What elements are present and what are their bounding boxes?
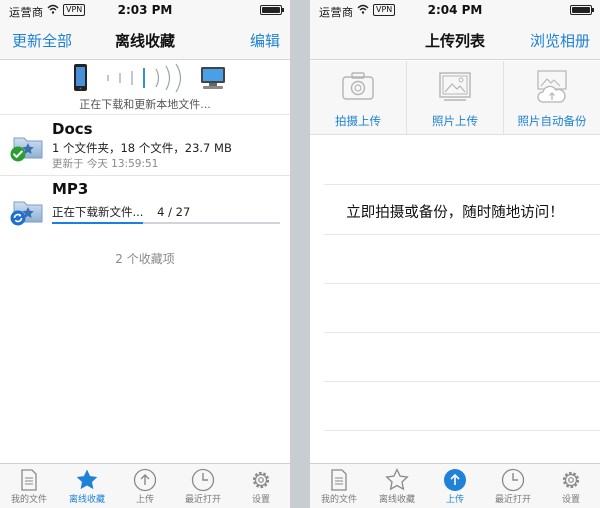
- update-all-button[interactable]: 更新全部: [12, 30, 72, 51]
- item-title: MP3: [52, 180, 89, 198]
- option-label: 拍摄上传: [335, 114, 381, 128]
- item-title: Docs: [52, 120, 93, 138]
- upload-options: 拍摄上传 照片上传 照片自动备份: [310, 61, 600, 135]
- download-progress-fill: [52, 222, 144, 224]
- cloud-backup-icon: [537, 70, 567, 103]
- tab-label: 我的文件: [10, 495, 47, 505]
- list-divider: [324, 381, 600, 382]
- upload-icon: [444, 469, 466, 491]
- green-check-icon: [10, 146, 26, 162]
- tab-label: 我的文件: [320, 495, 357, 505]
- browse-album-button[interactable]: 浏览相册: [530, 30, 590, 51]
- tab-label: 最近打开: [494, 495, 531, 505]
- blue-sync-icon: [10, 210, 26, 226]
- camera-upload-button[interactable]: 拍摄上传: [310, 61, 406, 134]
- star-icon: [385, 468, 409, 491]
- phone-icon: [74, 64, 87, 91]
- item-subtitle: 正在下载新文件... 4 / 27: [52, 204, 190, 220]
- item-subtitle: 1 个文件夹，18 个文件，23.7 MB: [52, 141, 232, 155]
- status-time: 2:03 PM: [117, 3, 173, 17]
- star-icon: [76, 469, 98, 490]
- favorite-item-docs[interactable]: Docs 1 个文件夹，18 个文件，23.7 MB 更新于 今天 13:59:…: [0, 116, 290, 176]
- gear-icon: [252, 471, 270, 489]
- tab-upload[interactable]: 上传: [426, 464, 484, 508]
- document-icon: [331, 469, 347, 491]
- item-updated-time: 更新于 今天 13:59:51: [52, 158, 159, 170]
- tab-my-files[interactable]: 我的文件: [0, 464, 58, 508]
- tab-recent[interactable]: 最近打开: [174, 464, 232, 508]
- list-divider: [324, 430, 600, 431]
- tab-label: 设置: [561, 495, 580, 505]
- document-icon: [21, 469, 37, 491]
- upload-icon: [133, 468, 157, 492]
- photos-icon: [439, 72, 471, 101]
- status-bar: 运营商 VPN 2:03 PM: [0, 0, 290, 20]
- upload-list-screen: 运营商 VPN 2:04 PM 上传列表 浏览相册 拍摄上传 照片上传 照片自动…: [310, 0, 600, 508]
- list-divider: [324, 234, 600, 235]
- gear-icon: [562, 471, 580, 489]
- clock-icon: [191, 468, 215, 492]
- tab-upload[interactable]: 上传: [116, 464, 174, 508]
- edit-button[interactable]: 编辑: [250, 30, 280, 51]
- tab-settings[interactable]: 设置: [232, 464, 290, 508]
- auto-backup-button[interactable]: 照片自动备份: [503, 61, 600, 134]
- tab-offline-favorites[interactable]: 离线收藏: [368, 464, 426, 508]
- camera-icon: [342, 72, 374, 100]
- phone-to-computer-sync-icon: [74, 63, 225, 93]
- battery-icon: [260, 5, 284, 15]
- list-divider: [324, 184, 600, 185]
- tab-label: 上传: [135, 495, 154, 505]
- list-divider: [324, 332, 600, 333]
- option-label: 照片上传: [432, 114, 478, 128]
- favorite-item-mp3[interactable]: MP3 正在下载新文件... 4 / 27: [0, 178, 290, 236]
- nav-bar: 上传列表 浏览相册: [310, 20, 600, 60]
- list-divider: [324, 283, 600, 284]
- status-time: 2:04 PM: [427, 3, 483, 17]
- download-status-text: 正在下载新文件...: [52, 205, 144, 219]
- favorites-count: 2 个收藏项: [115, 252, 175, 266]
- tab-label: 离线收藏: [68, 495, 105, 505]
- tab-label: 离线收藏: [378, 495, 415, 505]
- tab-label: 最近打开: [184, 495, 221, 505]
- tab-label: 上传: [445, 495, 464, 505]
- upload-promo-text: 立即拍摄或备份，随时随地访问！: [346, 205, 564, 221]
- download-progress-count: 4 / 27: [157, 205, 191, 219]
- sync-banner: 正在下载和更新本地文件...: [0, 61, 290, 115]
- status-bar: 运营商 VPN 2:04 PM: [310, 0, 600, 20]
- computer-icon: [201, 67, 225, 89]
- sync-status-text: 正在下载和更新本地文件...: [79, 98, 211, 111]
- tab-bar: 我的文件 离线收藏 上传 最近打开 设置: [0, 463, 290, 508]
- tab-settings[interactable]: 设置: [542, 464, 600, 508]
- download-progress-bar: [52, 222, 280, 224]
- battery-icon: [570, 5, 594, 15]
- nav-bar: 更新全部 离线收藏 编辑: [0, 20, 290, 60]
- option-label: 照片自动备份: [517, 114, 587, 128]
- tab-label: 设置: [251, 495, 270, 505]
- tab-my-files[interactable]: 我的文件: [310, 464, 368, 508]
- clock-icon: [501, 468, 525, 492]
- tab-recent[interactable]: 最近打开: [484, 464, 542, 508]
- tab-offline-favorites[interactable]: 离线收藏: [58, 464, 116, 508]
- photo-upload-button[interactable]: 照片上传: [406, 61, 503, 134]
- offline-favorites-screen: 运营商 VPN 2:03 PM 更新全部 离线收藏 编辑 正在下载和更新本地文件…: [0, 0, 290, 508]
- empty-upload-list: [324, 136, 600, 462]
- tab-bar: 我的文件 离线收藏 上传 最近打开 设置: [310, 463, 600, 508]
